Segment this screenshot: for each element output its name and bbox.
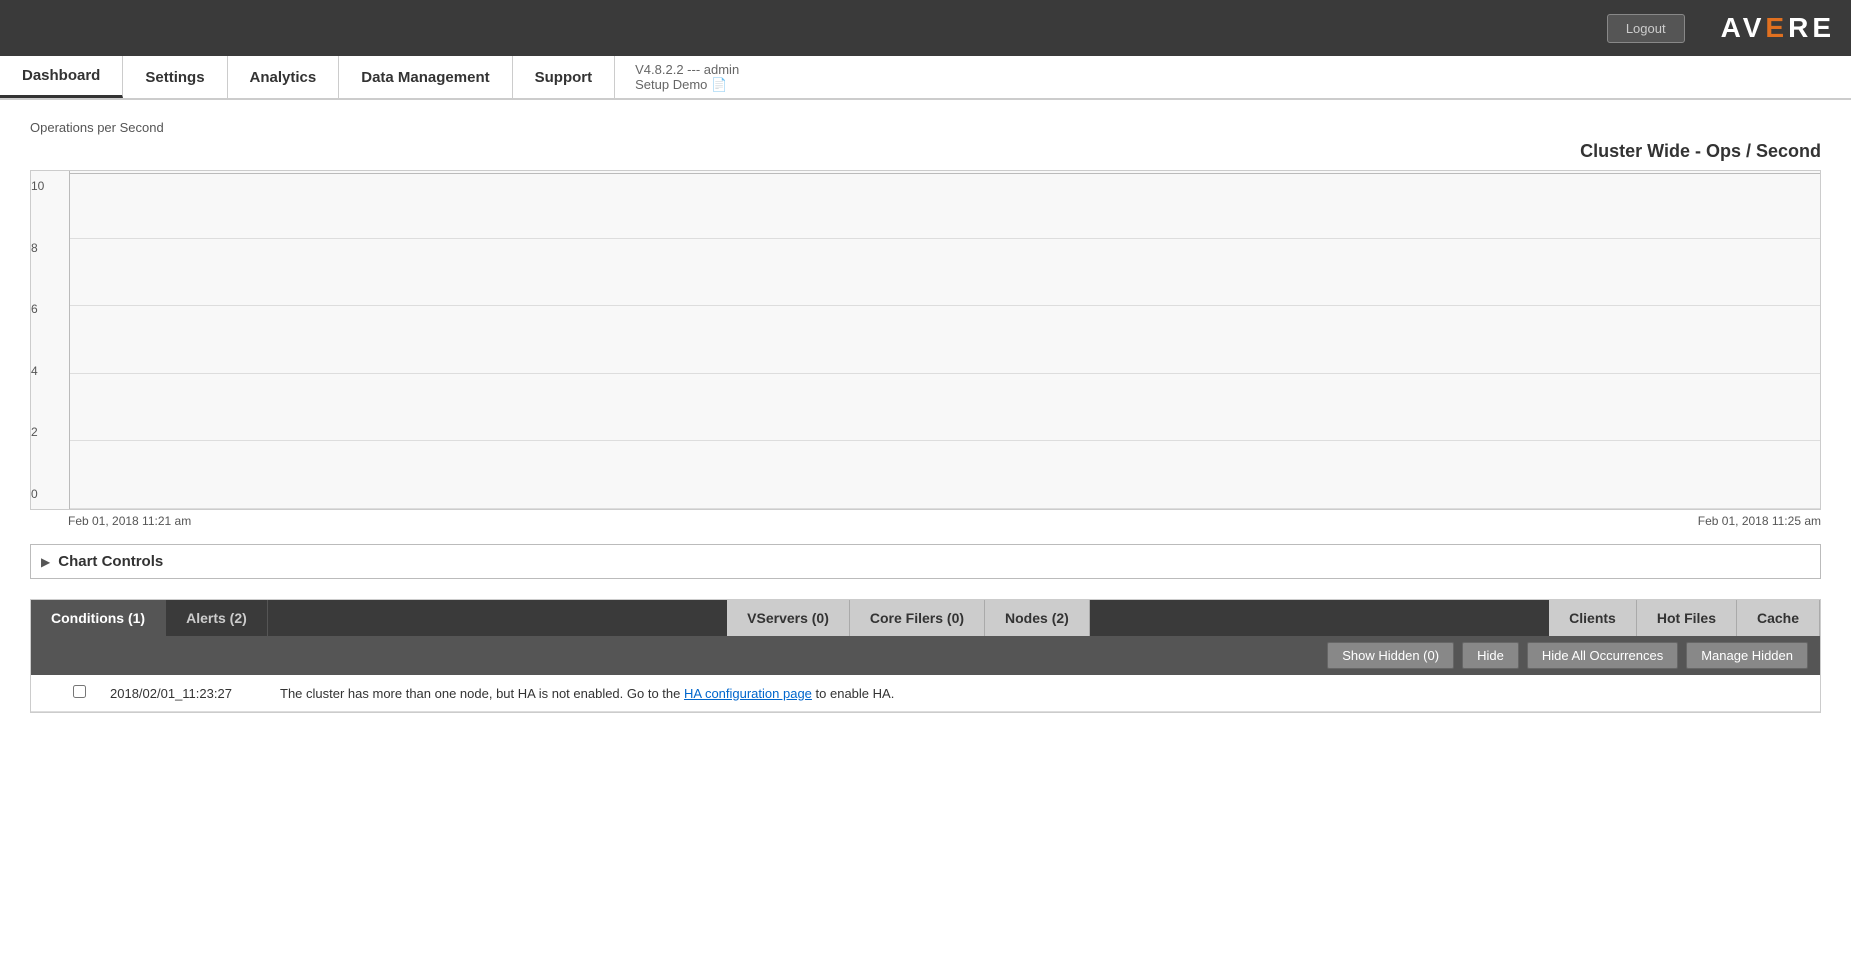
avere-logo: AVERE bbox=[1721, 12, 1835, 44]
ha-config-link[interactable]: HA configuration page bbox=[684, 686, 812, 701]
tab-data-management[interactable]: Data Management bbox=[339, 56, 512, 98]
tab-support[interactable]: Support bbox=[513, 56, 616, 98]
nav-info: V4.8.2.2 --- admin Setup Demo 📄 bbox=[615, 56, 759, 98]
message-after: to enable HA. bbox=[812, 686, 894, 701]
gridline-80 bbox=[70, 238, 1820, 239]
chart-title: Cluster Wide - Ops / Second bbox=[30, 141, 1821, 162]
logo-text: AVERE bbox=[1721, 12, 1835, 44]
app-header: Logout AVERE bbox=[0, 0, 1851, 56]
tab-nodes[interactable]: Nodes (2) bbox=[985, 600, 1090, 636]
condition-timestamp: 2018/02/01_11:23:27 bbox=[98, 675, 268, 712]
x-label-end: Feb 01, 2018 11:25 am bbox=[1698, 514, 1821, 528]
tab-conditions[interactable]: Conditions (1) bbox=[31, 600, 166, 636]
chart-controls-arrow: ▶ bbox=[41, 555, 50, 569]
gridline-60 bbox=[70, 305, 1820, 306]
hide-button[interactable]: Hide bbox=[1462, 642, 1519, 669]
gridline-20 bbox=[70, 440, 1820, 441]
row-checkbox[interactable] bbox=[61, 675, 98, 712]
show-hidden-button[interactable]: Show Hidden (0) bbox=[1327, 642, 1454, 669]
message-before: The cluster has more than one node, but … bbox=[280, 686, 684, 701]
gridline-0 bbox=[70, 508, 1820, 509]
condition-message: The cluster has more than one node, but … bbox=[268, 675, 1820, 712]
tab-clients[interactable]: Clients bbox=[1549, 600, 1637, 636]
tab-vservers[interactable]: VServers (0) bbox=[727, 600, 850, 636]
setup-demo-text[interactable]: Setup Demo 📄 bbox=[635, 77, 739, 93]
tab-cache[interactable]: Cache bbox=[1737, 600, 1820, 636]
x-label-start: Feb 01, 2018 11:21 am bbox=[68, 514, 191, 528]
main-content: Operations per Second Cluster Wide - Ops… bbox=[0, 100, 1851, 970]
tab-spacer-2 bbox=[1090, 600, 1549, 636]
tab-alerts[interactable]: Alerts (2) bbox=[166, 600, 268, 636]
chart-x-labels: Feb 01, 2018 11:21 am Feb 01, 2018 11:25… bbox=[30, 514, 1821, 528]
tab-spacer-1 bbox=[268, 600, 727, 636]
tab-settings[interactable]: Settings bbox=[123, 56, 227, 98]
row-index bbox=[31, 675, 61, 712]
table-row: 2018/02/01_11:23:27 The cluster has more… bbox=[31, 675, 1820, 712]
version-text: V4.8.2.2 --- admin bbox=[635, 62, 739, 77]
hide-all-button[interactable]: Hide All Occurrences bbox=[1527, 642, 1678, 669]
condition-checkbox[interactable] bbox=[73, 685, 86, 698]
navbar: Dashboard Settings Analytics Data Manage… bbox=[0, 56, 1851, 100]
action-row: Show Hidden (0) Hide Hide All Occurrence… bbox=[31, 636, 1820, 675]
chart-controls-label: Chart Controls bbox=[58, 553, 163, 570]
tab-core-filers[interactable]: Core Filers (0) bbox=[850, 600, 985, 636]
chart-label: Operations per Second bbox=[30, 120, 1821, 135]
chart-controls-bar[interactable]: ▶ Chart Controls bbox=[30, 544, 1821, 579]
chart-container: 0 2 4 6 8 10 bbox=[30, 170, 1821, 510]
chart-section: Operations per Second Cluster Wide - Ops… bbox=[30, 120, 1821, 528]
tab-analytics[interactable]: Analytics bbox=[228, 56, 340, 98]
logout-button[interactable]: Logout bbox=[1607, 14, 1685, 43]
chart-y-axis: 0 2 4 6 8 10 bbox=[31, 171, 69, 509]
tab-dashboard[interactable]: Dashboard bbox=[0, 56, 123, 98]
document-icon: 📄 bbox=[711, 77, 727, 93]
tab-hot-files[interactable]: Hot Files bbox=[1637, 600, 1737, 636]
gridline-100 bbox=[70, 173, 1820, 174]
gridline-40 bbox=[70, 373, 1820, 374]
tabs-row: Conditions (1) Alerts (2) VServers (0) C… bbox=[31, 600, 1820, 636]
header-right: Logout AVERE bbox=[1607, 12, 1835, 44]
manage-hidden-button[interactable]: Manage Hidden bbox=[1686, 642, 1808, 669]
conditions-table: 2018/02/01_11:23:27 The cluster has more… bbox=[31, 675, 1820, 712]
chart-area bbox=[69, 171, 1820, 509]
tabs-section: Conditions (1) Alerts (2) VServers (0) C… bbox=[30, 599, 1821, 713]
